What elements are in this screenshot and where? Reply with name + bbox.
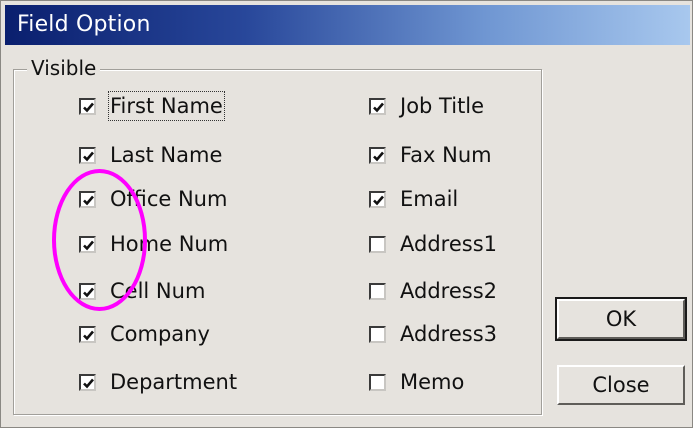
checkbox-box[interactable] xyxy=(369,282,386,300)
checkbox-box[interactable] xyxy=(369,325,386,343)
checkmark-icon xyxy=(373,151,384,161)
checkmark-icon xyxy=(83,102,94,112)
checkbox-label: Company xyxy=(110,322,210,346)
checkbox-box[interactable] xyxy=(79,97,96,115)
checkbox-address1[interactable]: Address1 xyxy=(369,229,497,259)
title-bar[interactable]: Field Option xyxy=(5,5,690,45)
checkbox-box[interactable] xyxy=(79,325,96,343)
checkbox-first-name[interactable]: First Name xyxy=(79,91,225,121)
window-title: Field Option xyxy=(17,12,151,37)
checkmark-icon xyxy=(373,102,384,112)
checkbox-fax-num[interactable]: Fax Num xyxy=(369,140,492,170)
checkbox-job-title[interactable]: Job Title xyxy=(369,91,484,121)
checkbox-label: Department xyxy=(110,370,238,394)
checkbox-address3[interactable]: Address3 xyxy=(369,319,497,349)
checkbox-box[interactable] xyxy=(369,146,386,164)
checkbox-address2[interactable]: Address2 xyxy=(369,276,497,306)
visible-group-label: Visible xyxy=(27,55,101,81)
checkbox-company[interactable]: Company xyxy=(79,319,210,349)
checkmark-icon xyxy=(83,378,94,388)
highlight-ellipse xyxy=(52,169,147,311)
checkbox-box[interactable] xyxy=(79,373,96,391)
checkbox-department[interactable]: Department xyxy=(79,367,237,397)
checkmark-icon xyxy=(83,151,94,161)
checkmark-icon xyxy=(83,330,94,340)
checkbox-label: Address1 xyxy=(400,232,497,256)
checkbox-last-name[interactable]: Last Name xyxy=(79,140,222,170)
checkbox-label: Last Name xyxy=(110,143,223,167)
ok-button[interactable]: OK xyxy=(555,297,687,341)
checkbox-label: Address2 xyxy=(400,279,497,303)
field-option-dialog: Field Option Visible First Name Last Nam… xyxy=(0,0,693,428)
checkbox-box[interactable] xyxy=(369,373,386,391)
checkbox-label: Memo xyxy=(400,370,465,394)
checkbox-box[interactable] xyxy=(369,235,386,253)
checkbox-label: Job Title xyxy=(400,94,485,118)
checkbox-box[interactable] xyxy=(369,97,386,115)
close-button[interactable]: Close xyxy=(557,365,685,405)
checkmark-icon xyxy=(373,195,384,205)
checkbox-box[interactable] xyxy=(369,190,386,208)
checkbox-label: Email xyxy=(400,187,459,211)
checkbox-label: First Name xyxy=(108,91,225,121)
checkbox-memo[interactable]: Memo xyxy=(369,367,464,397)
checkbox-email[interactable]: Email xyxy=(369,184,458,214)
checkbox-label: Fax Num xyxy=(400,143,492,167)
checkbox-box[interactable] xyxy=(79,146,96,164)
checkbox-label: Address3 xyxy=(400,322,497,346)
